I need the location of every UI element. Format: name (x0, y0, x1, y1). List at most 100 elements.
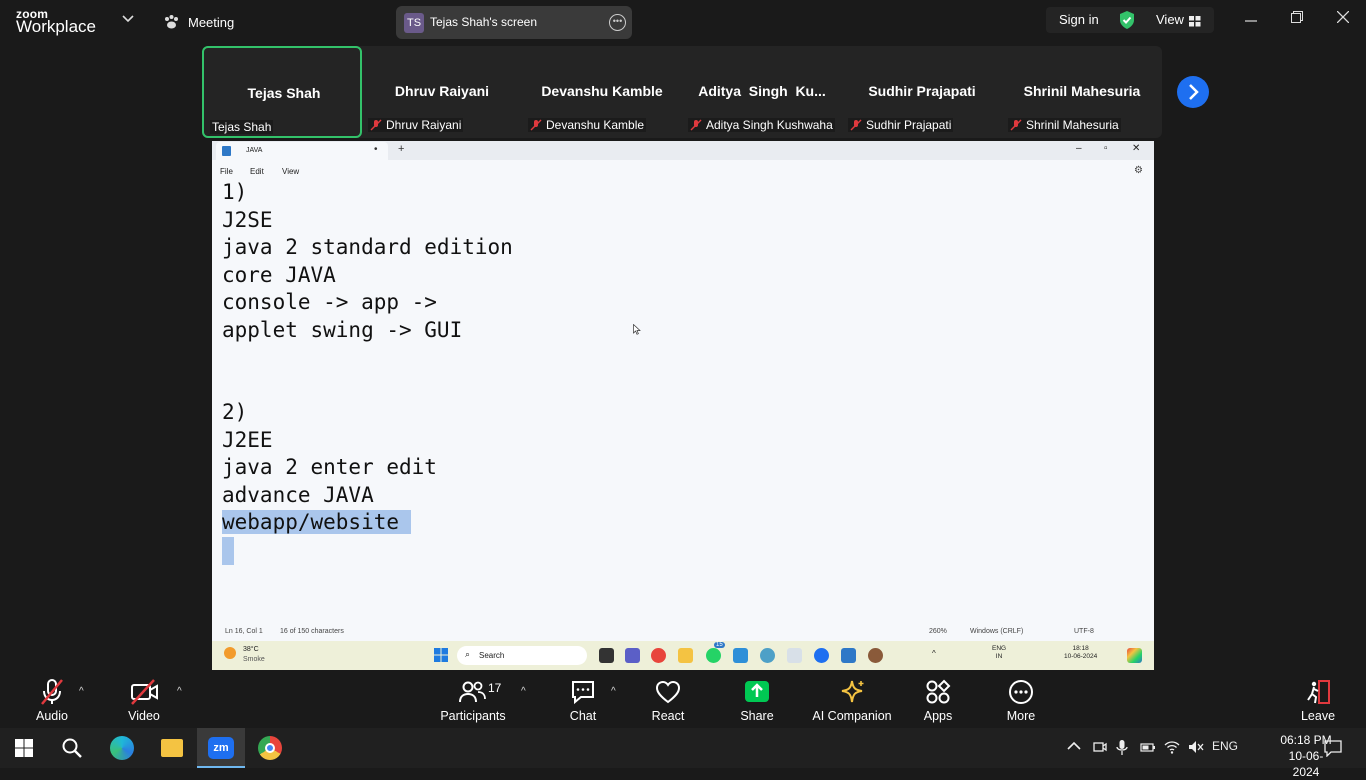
remote-lang-2: IN (995, 653, 1003, 660)
more-icon (1009, 680, 1033, 704)
participant-label-text: Sudhir Prajapati (866, 118, 952, 132)
weather-icon (224, 647, 236, 659)
unsaved-dot-icon[interactable]: • (374, 144, 378, 155)
participant-label: Aditya Singh Kushwaha (688, 118, 835, 132)
notepad-close-icon[interactable]: ✕ (1132, 143, 1140, 154)
participants-button[interactable]: Participants (423, 678, 523, 723)
zoom-level: 260% (929, 628, 947, 635)
sign-in-button[interactable]: Sign in (1059, 12, 1099, 27)
chevron-down-icon[interactable] (122, 14, 134, 26)
windows-start-icon[interactable] (434, 648, 448, 662)
react-label: React (651, 709, 685, 723)
notepad-editor[interactable]: 1) J2SE java 2 standard edition core JAV… (212, 180, 1154, 625)
remote-search-box[interactable]: ⌕ Search (457, 646, 587, 665)
app-icon[interactable] (787, 648, 802, 663)
mouse-pointer-icon (633, 324, 641, 335)
teams-icon[interactable] (625, 648, 640, 663)
menu-file[interactable]: File (220, 167, 233, 176)
zoom-taskbar-icon[interactable]: zm (197, 728, 245, 768)
more-button[interactable]: More (971, 678, 1071, 723)
menu-edit[interactable]: Edit (250, 167, 264, 176)
meet-now-icon[interactable] (1092, 739, 1108, 758)
file-explorer-icon[interactable] (678, 648, 693, 663)
shield-check-icon[interactable] (1118, 10, 1136, 35)
participants-count: 17 (488, 681, 502, 695)
leave-button[interactable]: Leave (1292, 678, 1344, 723)
vscode-icon[interactable] (733, 648, 748, 663)
menu-view[interactable]: View (282, 167, 299, 176)
close-icon[interactable] (1333, 10, 1353, 28)
participant-tile[interactable]: Devanshu Kamble Devanshu Kamble (522, 46, 682, 138)
participant-tile[interactable]: Shrinil Mahesuria Shrinil Mahesuria (1002, 46, 1162, 138)
meeting-menu[interactable]: Meeting (163, 14, 234, 30)
gear-icon[interactable]: ⚙ (1134, 165, 1143, 176)
zoom-app-icon[interactable] (814, 648, 829, 663)
notepad-icon (222, 146, 231, 156)
file-explorer-icon[interactable] (148, 728, 196, 768)
participant-name: Devanshu Kamble (541, 83, 663, 99)
participant-tile[interactable]: Sudhir Prajapati Sudhir Prajapati (842, 46, 1002, 138)
remote-clock[interactable]: 18:18 10-06-2024 (1064, 645, 1097, 661)
notifications-icon[interactable] (1324, 739, 1342, 760)
microphone-icon[interactable] (1116, 739, 1128, 759)
signin-view-bar: Sign in View (1046, 7, 1214, 33)
language-indicator[interactable]: ENG (1212, 739, 1238, 753)
new-tab-icon[interactable]: + (398, 143, 404, 155)
participant-tile[interactable]: Tejas Shah Tejas Shah (202, 46, 362, 138)
tray-chevron-up-icon[interactable] (1067, 739, 1081, 754)
tray-chevron-up-icon[interactable]: ^ (932, 649, 936, 658)
next-page-button[interactable] (1177, 76, 1209, 108)
app-icon[interactable] (868, 648, 883, 663)
participant-label: Dhruv Raiyani (368, 118, 464, 132)
text-line: 2) (222, 400, 248, 424)
restore-icon[interactable] (1287, 10, 1307, 28)
network-app-icon[interactable] (760, 648, 775, 663)
chrome-icon[interactable] (651, 648, 666, 663)
mic-muted-icon (530, 119, 542, 131)
audio-label: Audio (36, 709, 68, 723)
video-off-icon (131, 679, 158, 705)
weather-desc: Smoke (243, 656, 265, 663)
text-line: J2EE (222, 428, 273, 452)
notepad-minimize-icon[interactable]: – (1076, 143, 1082, 154)
react-button[interactable]: React (618, 678, 718, 723)
notepad-restore-icon[interactable]: ▫ (1104, 143, 1108, 154)
text-line: advance JAVA (222, 483, 374, 507)
remote-language[interactable]: ENG IN (992, 645, 1006, 661)
minimize-icon[interactable] (1241, 10, 1261, 28)
participant-tile[interactable]: Dhruv Raiyani Dhruv Raiyani (362, 46, 522, 138)
leave-label: Leave (1300, 709, 1336, 723)
volume-muted-icon[interactable] (1188, 739, 1204, 758)
participants-label: Participants (440, 709, 506, 723)
search-icon (62, 738, 82, 758)
chat-caret-icon[interactable]: ^ (611, 686, 616, 697)
grid-view-icon[interactable] (1189, 14, 1201, 32)
video-button[interactable]: Video (94, 678, 194, 723)
view-button[interactable]: View (1156, 12, 1184, 27)
windows-start-button[interactable] (0, 728, 48, 768)
participant-tile[interactable]: Aditya Singh Ku... Aditya Singh Kushwaha (682, 46, 842, 138)
participants-icon (459, 681, 486, 703)
audio-button[interactable]: Audio (2, 678, 102, 723)
notepad-taskbar-icon[interactable] (841, 648, 856, 663)
share-button[interactable]: Share (707, 678, 807, 723)
whatsapp-icon[interactable]: 15 (706, 642, 725, 663)
screen-share-pill[interactable]: TS Tejas Shah's screen ••• (396, 6, 632, 39)
chat-icon (572, 681, 594, 705)
task-view-icon[interactable] (599, 648, 614, 663)
ellipsis-icon[interactable]: ••• (609, 14, 626, 31)
battery-icon[interactable] (1140, 739, 1156, 758)
chrome-icon[interactable] (246, 728, 294, 768)
ai-companion-button[interactable]: AI Companion (802, 678, 902, 723)
notepad-tab[interactable]: JAVA • (216, 142, 388, 160)
windows-search-button[interactable] (48, 728, 96, 768)
edge-browser-icon[interactable] (98, 728, 146, 768)
mic-muted-icon (690, 119, 702, 131)
wifi-icon[interactable] (1164, 739, 1180, 758)
audio-options-caret-icon[interactable]: ^ (79, 686, 84, 697)
copilot-icon[interactable] (1127, 648, 1142, 663)
participant-label-text: Shrinil Mahesuria (1026, 118, 1119, 132)
video-options-caret-icon[interactable]: ^ (177, 686, 182, 697)
participants-caret-icon[interactable]: ^ (521, 686, 526, 697)
video-label: Video (128, 709, 160, 723)
